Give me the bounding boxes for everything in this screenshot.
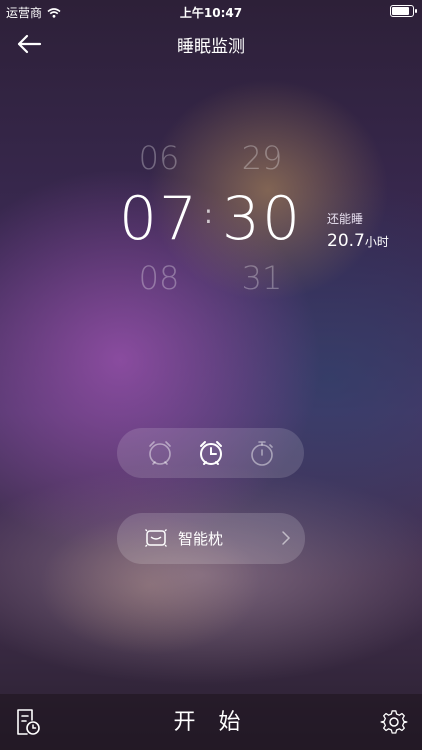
hour-prev[interactable]: 06 — [114, 130, 204, 178]
background — [0, 0, 422, 750]
battery-icon — [390, 5, 417, 17]
mode-alarm-button[interactable] — [196, 438, 226, 468]
hour-column[interactable]: 06 07 08 — [114, 130, 204, 306]
minute-selected[interactable]: 30 — [217, 178, 307, 258]
remaining-value: 20.7 — [327, 231, 365, 251]
hour-selected[interactable]: 07 — [114, 178, 204, 258]
smart-pillow-button[interactable]: 智能枕 — [117, 513, 305, 564]
mode-alarm-off-button[interactable] — [145, 438, 175, 468]
status-time: 上午10:47 — [179, 6, 243, 20]
start-button[interactable]: 开 始 — [150, 704, 272, 736]
stopwatch-icon — [251, 441, 273, 466]
mode-selector — [117, 428, 304, 478]
mode-stopwatch-button[interactable] — [247, 438, 277, 468]
pillow-label: 智能枕 — [178, 530, 224, 548]
page-title: 睡眠监测 — [177, 37, 245, 57]
alarm-clock-icon — [200, 441, 222, 465]
settings-button[interactable] — [380, 708, 408, 736]
remaining-label: 还能睡 — [327, 212, 364, 226]
bottom-bar: 开 始 — [0, 694, 422, 750]
remaining-unit: 小时 — [364, 235, 389, 249]
gear-icon — [380, 710, 408, 734]
minute-prev[interactable]: 29 — [217, 130, 307, 178]
alarm-clock-off-icon — [149, 441, 171, 465]
sleep-record-icon — [17, 709, 40, 735]
battery-fill — [392, 7, 410, 15]
minute-next[interactable]: 31 — [217, 258, 307, 306]
time-separator: : — [204, 200, 213, 230]
minute-column[interactable]: 29 30 31 — [217, 130, 307, 306]
status-bar: 运营商 上午10:47 — [0, 0, 422, 22]
nav-bar: 睡眠监测 — [0, 22, 422, 66]
remaining-value-row: 20.7小时 — [327, 231, 389, 251]
sleep-record-button[interactable] — [14, 708, 42, 736]
chevron-right-icon — [282, 531, 291, 545]
remaining-sleep: 还能睡 20.7小时 — [327, 210, 389, 251]
pillow-icon — [145, 529, 167, 547]
hour-next[interactable]: 08 — [114, 258, 204, 306]
